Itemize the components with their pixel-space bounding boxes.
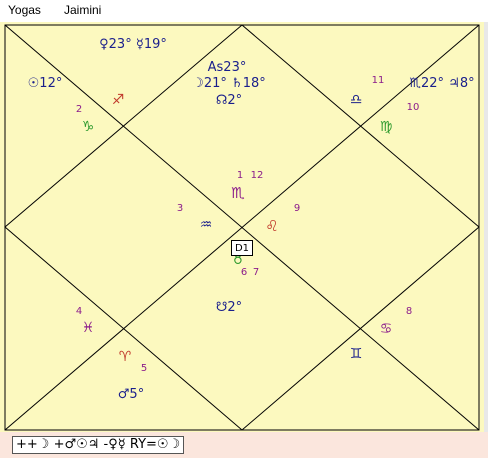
menu-jaimini[interactable]: Jaimini: [64, 3, 101, 17]
house-number: 1: [237, 170, 243, 181]
planets-mars: ♂5°: [118, 387, 144, 402]
sign-gemini: ♊: [350, 346, 363, 362]
planets-ascendant: As23°: [208, 60, 247, 75]
window-edge: [484, 22, 488, 432]
sign-pisces: ♓: [82, 320, 95, 336]
sign-leo: ♌: [265, 217, 278, 235]
menu-yogas[interactable]: Yogas: [8, 3, 41, 17]
house-number: 11: [372, 75, 385, 86]
yoga-summary: ++☽ +♂☉♃ -♀☿ RY=☉☽: [12, 436, 185, 454]
house-number: 8: [406, 306, 412, 317]
house-number: 2: [76, 104, 82, 115]
sign-aquarius: ♒: [200, 217, 213, 233]
sign-capricorn: ♑: [82, 119, 95, 135]
sign-libra: ♎: [350, 92, 363, 108]
sign-sagittarius: ♐: [112, 92, 125, 108]
sign-virgo: ♍: [380, 119, 393, 135]
planets-moon-saturn: ☽21° ♄18°: [192, 76, 266, 91]
planets-rahu: ☊2°: [216, 93, 242, 108]
north-indian-chart: ♐ ♑ ♎ ♍ ♏ ♒ ♌ ♉ ♓ ♈ ♋ ♊ 1 12 2 11 3 9 10…: [4, 24, 480, 431]
house-number: 9: [294, 203, 300, 214]
planets-sun: ☉12°: [28, 76, 63, 91]
planets-venus-mercury: ♀23° ☿19°: [99, 37, 167, 52]
house-number: 3: [177, 203, 183, 214]
house-number: 5: [141, 363, 147, 374]
chart-area: ♐ ♑ ♎ ♍ ♏ ♒ ♌ ♉ ♓ ♈ ♋ ♊ 1 12 2 11 3 9 10…: [0, 22, 488, 432]
planets-ketu: ☋2°: [216, 300, 242, 315]
house-number: 4: [76, 306, 82, 317]
division-label: D1: [231, 240, 253, 256]
house-number: 10: [407, 102, 420, 113]
planets-mandi-jupiter: ♏22° ♃8°: [409, 76, 474, 91]
sign-cancer: ♋: [380, 321, 393, 337]
house-number: 7: [253, 267, 259, 278]
menu-bar: Yogas Jaimini: [0, 0, 488, 23]
house-number: 12: [251, 170, 264, 181]
yoga-status-panel: ++☽ +♂☉♃ -♀☿ RY=☉☽: [0, 432, 488, 458]
sign-aries: ♈: [119, 349, 132, 365]
house-number: 6: [241, 267, 247, 278]
sign-scorpio: ♏: [231, 184, 245, 202]
